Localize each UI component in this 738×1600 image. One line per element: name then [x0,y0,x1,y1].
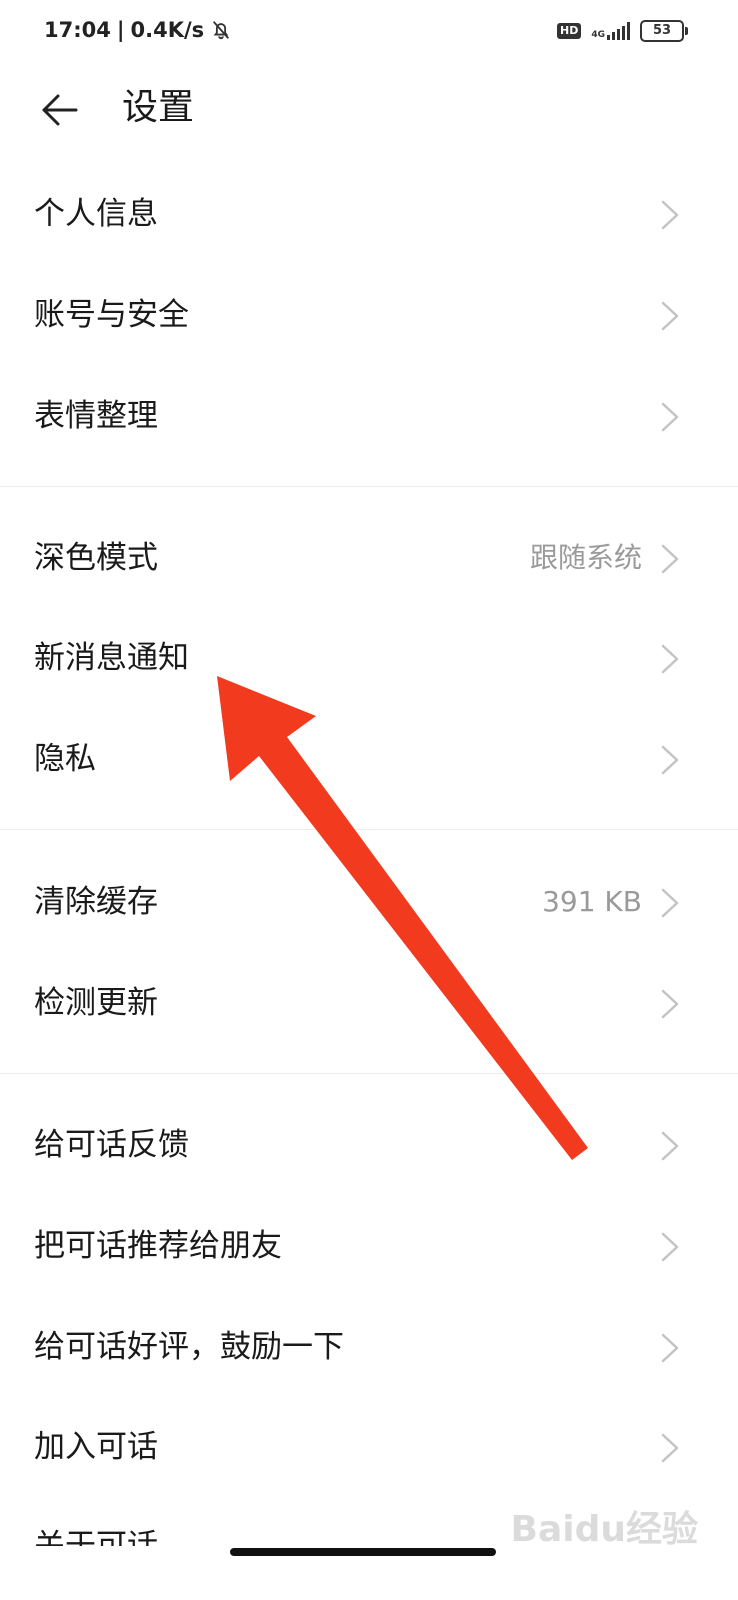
settings-item-rate[interactable]: 给可话好评，鼓励一下 [0,1297,738,1397]
settings-item-label: 深色模式 [34,540,158,576]
network-type: 4G [591,30,605,40]
settings-item-dark-mode[interactable]: 深色模式 跟随系统 [0,508,738,608]
chevron-right-icon [661,1232,679,1262]
section-divider [0,1073,738,1074]
hd-badge: HD [557,23,582,39]
settings-item-label: 账号与安全 [34,297,189,333]
settings-item-notifications[interactable]: 新消息通知 [0,608,738,708]
settings-item-personal-info[interactable]: 个人信息 [0,164,738,264]
dark-mode-value: 跟随系统 [529,541,642,574]
settings-item-label: 隐私 [34,741,96,777]
settings-item-label: 加入可话 [34,1429,158,1465]
settings-item-feedback[interactable]: 给可话反馈 [0,1095,738,1195]
settings-item-check-update[interactable]: 检测更新 [0,953,738,1053]
chevron-right-icon [661,402,679,432]
bell-muted-icon [213,21,230,40]
status-right: HD 4G 53 [557,20,688,42]
settings-item-recommend[interactable]: 把可话推荐给朋友 [0,1196,738,1296]
chevron-right-icon [661,544,679,574]
settings-item-account-security[interactable]: 账号与安全 [0,265,738,365]
chevron-right-icon [661,1433,679,1463]
settings-item-label: 个人信息 [34,196,158,232]
chevron-right-icon [661,745,679,775]
chevron-right-icon [661,644,679,674]
battery-icon: 53 [640,20,688,42]
settings-item-join[interactable]: 加入可话 [0,1397,738,1497]
cache-size-value: 391 KB [542,885,642,918]
section-divider [0,486,738,487]
settings-item-about[interactable]: 关于可话 [34,1528,158,1546]
chevron-right-icon [661,1333,679,1363]
settings-item-sticker-manage[interactable]: 表情整理 [0,366,738,466]
settings-item-label: 给可话好评，鼓励一下 [34,1329,344,1365]
battery-level: 53 [652,23,672,38]
status-bar: 17:04 | 0.4K/s HD 4G 53 [0,0,738,64]
settings-item-label: 把可话推荐给朋友 [34,1228,282,1264]
home-indicator[interactable] [230,1548,496,1556]
settings-item-label: 表情整理 [34,398,158,434]
chevron-right-icon [661,301,679,331]
page-title: 设置 [122,87,195,128]
signal-icon [607,22,630,40]
status-time: 17:04 [44,18,111,42]
section-divider [0,829,738,830]
chevron-right-icon [661,888,679,918]
status-network-speed: 0.4K/s [130,18,205,42]
settings-item-label: 给可话反馈 [34,1127,189,1163]
chevron-right-icon [661,200,679,230]
settings-item-label: 新消息通知 [34,640,189,676]
status-separator: | [116,18,125,42]
settings-item-label: 检测更新 [34,985,158,1021]
back-arrow-icon[interactable] [38,88,82,132]
settings-item-label: 清除缓存 [34,884,158,920]
settings-item-clear-cache[interactable]: 清除缓存 391 KB [0,852,738,952]
status-left: 17:04 | 0.4K/s [44,18,232,42]
signal-group: 4G [591,22,630,40]
watermark-logo: Baidu经验 [510,1509,698,1550]
chevron-right-icon [661,989,679,1019]
app-header: 设置 [0,70,738,150]
chevron-right-icon [661,1131,679,1161]
settings-item-privacy[interactable]: 隐私 [0,709,738,809]
